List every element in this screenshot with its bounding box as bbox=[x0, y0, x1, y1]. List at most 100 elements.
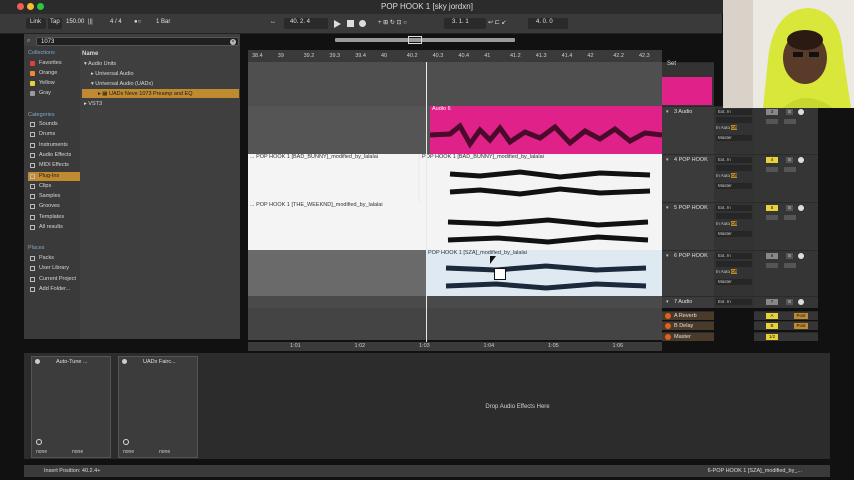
category-clips[interactable]: Clips bbox=[28, 182, 80, 191]
time-signature-field[interactable]: 4 / 4 bbox=[110, 19, 122, 25]
link-button[interactable]: Link bbox=[30, 19, 41, 25]
record-button[interactable] bbox=[359, 20, 366, 27]
metronome-icon[interactable]: ||| bbox=[88, 19, 93, 25]
device-power-icon[interactable] bbox=[35, 359, 40, 364]
arm-button[interactable] bbox=[798, 109, 804, 115]
place-current-project[interactable]: Current Project bbox=[28, 275, 80, 284]
category-grooves[interactable]: Grooves bbox=[28, 202, 80, 211]
stop-button[interactable] bbox=[347, 20, 354, 27]
input-type-select[interactable]: Ext. In bbox=[716, 109, 752, 115]
time-ruler[interactable]: 1:01 1:02 1:03 1:04 1:05 1:06 bbox=[248, 342, 662, 351]
place-user-library[interactable]: User Library bbox=[28, 264, 80, 273]
volume-field[interactable] bbox=[766, 215, 778, 220]
device-select-a[interactable]: none bbox=[36, 449, 47, 455]
pan-field[interactable] bbox=[784, 215, 796, 220]
tree-item-universal-audio-uadx[interactable]: ▾ Universal Audio (UADx) bbox=[91, 81, 153, 87]
collection-gray[interactable]: Gray bbox=[28, 89, 80, 98]
category-samples[interactable]: Samples bbox=[28, 192, 80, 201]
collection-yellow[interactable]: Yellow bbox=[28, 79, 80, 88]
category-templates[interactable]: Templates bbox=[28, 213, 80, 222]
device-select-b[interactable]: none bbox=[159, 449, 170, 455]
category-plug-ins[interactable]: Plug-Ins bbox=[28, 171, 80, 181]
monitor-switch[interactable]: In Auto Off bbox=[716, 269, 738, 274]
return-activator[interactable]: A bbox=[766, 313, 778, 319]
pan-field[interactable] bbox=[784, 167, 796, 172]
beat-ruler[interactable]: 38.4 39 39.2 39.3 39.4 40 40.2 40.3 40.4 41 41.2 41… bbox=[248, 50, 662, 62]
monitor-switch[interactable]: In Auto Off bbox=[716, 125, 738, 130]
post-button[interactable]: Post bbox=[794, 323, 808, 329]
input-type-select[interactable]: Ext. In bbox=[716, 157, 752, 163]
clip-sza[interactable]: POP HOOK 1 [SZA]_modified_by_lalalai bbox=[426, 250, 662, 296]
arm-button[interactable] bbox=[798, 205, 804, 211]
tree-item-neve-1073[interactable]: ▸ ▦ UADx Neve 1073 Preamp and EQ bbox=[98, 91, 192, 97]
collection-orange[interactable]: Orange bbox=[28, 69, 80, 78]
tempo-field[interactable]: 150.00 bbox=[66, 19, 84, 25]
volume-field[interactable] bbox=[766, 167, 778, 172]
post-button[interactable]: Post bbox=[794, 313, 808, 319]
clear-search-icon[interactable]: × bbox=[230, 39, 236, 45]
track-activator[interactable]: 6 bbox=[766, 253, 778, 259]
volume-field[interactable] bbox=[766, 119, 778, 124]
track-header-5-pop-hook[interactable]: ▾ 5 POP HOOK bbox=[662, 202, 714, 250]
return-header-a-reverb[interactable]: A Reverb bbox=[662, 311, 714, 320]
device-knob-icon[interactable] bbox=[123, 439, 129, 445]
solo-button[interactable]: S bbox=[786, 109, 793, 115]
loop-switch-icon[interactable]: ↩ ⊏ ↙ bbox=[488, 19, 506, 26]
lane-empty[interactable] bbox=[248, 62, 662, 106]
overview-scroll[interactable] bbox=[335, 38, 515, 42]
fold-arrow-icon[interactable]: ▾ bbox=[666, 299, 669, 305]
input-channel-select[interactable] bbox=[716, 117, 752, 123]
arm-button[interactable] bbox=[798, 157, 804, 163]
return-activator[interactable]: 1/2 bbox=[766, 334, 778, 340]
fold-arrow-icon[interactable]: ▾ bbox=[666, 157, 669, 163]
return-header-b-delay[interactable]: B Delay bbox=[662, 321, 714, 330]
clip-bad-bunny-a[interactable]: ... POP HOOK 1 [BAD_BUNNY]_modified_by_l… bbox=[248, 154, 418, 202]
category-instruments[interactable]: Instruments bbox=[28, 141, 80, 150]
volume-field[interactable] bbox=[766, 263, 778, 268]
tree-item-vst3[interactable]: ▸ VST3 bbox=[84, 101, 102, 107]
search-input[interactable]: 1073 × bbox=[36, 37, 239, 46]
follow-icon[interactable]: ↔ bbox=[270, 19, 276, 25]
solo-button[interactable]: S bbox=[786, 205, 793, 211]
input-type-select[interactable]: Ext. In bbox=[716, 299, 752, 305]
fold-arrow-icon[interactable]: ▾ bbox=[666, 205, 669, 211]
output-select[interactable]: Master bbox=[716, 231, 752, 237]
input-channel-select[interactable] bbox=[716, 213, 752, 219]
monitor-switch[interactable]: In Auto Off bbox=[716, 173, 738, 178]
output-select[interactable]: Master bbox=[716, 135, 752, 141]
track-header-6-pop-hook[interactable]: ▾ 6 POP HOOK bbox=[662, 250, 714, 296]
solo-button[interactable]: S bbox=[786, 157, 793, 163]
pan-field[interactable] bbox=[784, 119, 796, 124]
tap-button[interactable]: Tap bbox=[50, 19, 60, 25]
clip-audio-6[interactable]: Audio 6 bbox=[430, 106, 662, 154]
collection-favorites[interactable]: Favorites bbox=[28, 59, 80, 68]
track-activator[interactable]: 5 bbox=[766, 205, 778, 211]
output-select[interactable]: Master bbox=[716, 183, 752, 189]
lane-returns[interactable] bbox=[248, 308, 662, 340]
solo-button[interactable]: S bbox=[786, 299, 793, 305]
input-type-select[interactable]: Ext. In bbox=[716, 253, 752, 259]
pan-field[interactable] bbox=[784, 263, 796, 268]
return-header-master[interactable]: Master bbox=[662, 332, 714, 341]
clip-the-weeknd[interactable]: ... POP HOOK 1 [THE_WEEKND]_modified_by_… bbox=[248, 202, 662, 250]
play-button[interactable] bbox=[334, 20, 341, 28]
lane-7-audio[interactable] bbox=[248, 296, 662, 308]
return-activator[interactable]: B bbox=[766, 323, 778, 329]
place-packs[interactable]: Packs bbox=[28, 254, 80, 263]
device-select-a[interactable]: none bbox=[123, 449, 134, 455]
device-uadx-fairc[interactable]: UADx Fairc... none none bbox=[118, 356, 198, 458]
solo-button[interactable]: S bbox=[786, 253, 793, 259]
category-audio-effects[interactable]: Audio Effects bbox=[28, 151, 80, 160]
input-channel-select[interactable] bbox=[716, 261, 752, 267]
output-select[interactable]: Master bbox=[716, 279, 752, 285]
overdub-icon[interactable]: + ⊞ ↻ ⊡ ○ bbox=[378, 19, 407, 26]
tree-item-universal-audio[interactable]: ▸ Universal Audio bbox=[91, 71, 134, 77]
clip-slot[interactable] bbox=[662, 77, 712, 105]
fold-arrow-icon[interactable]: ▾ bbox=[666, 253, 669, 259]
clip-bad-bunny-b[interactable]: POP HOOK 1 [BAD_BUNNY]_modified_by_lalal… bbox=[420, 154, 662, 202]
arm-button[interactable] bbox=[798, 299, 804, 305]
overview-viewport[interactable] bbox=[408, 36, 422, 44]
track-header-4-pop-hook[interactable]: ▾ 4 POP HOOK bbox=[662, 154, 714, 202]
device-select-b[interactable]: none bbox=[72, 449, 83, 455]
category-all-results[interactable]: All results bbox=[28, 223, 80, 232]
